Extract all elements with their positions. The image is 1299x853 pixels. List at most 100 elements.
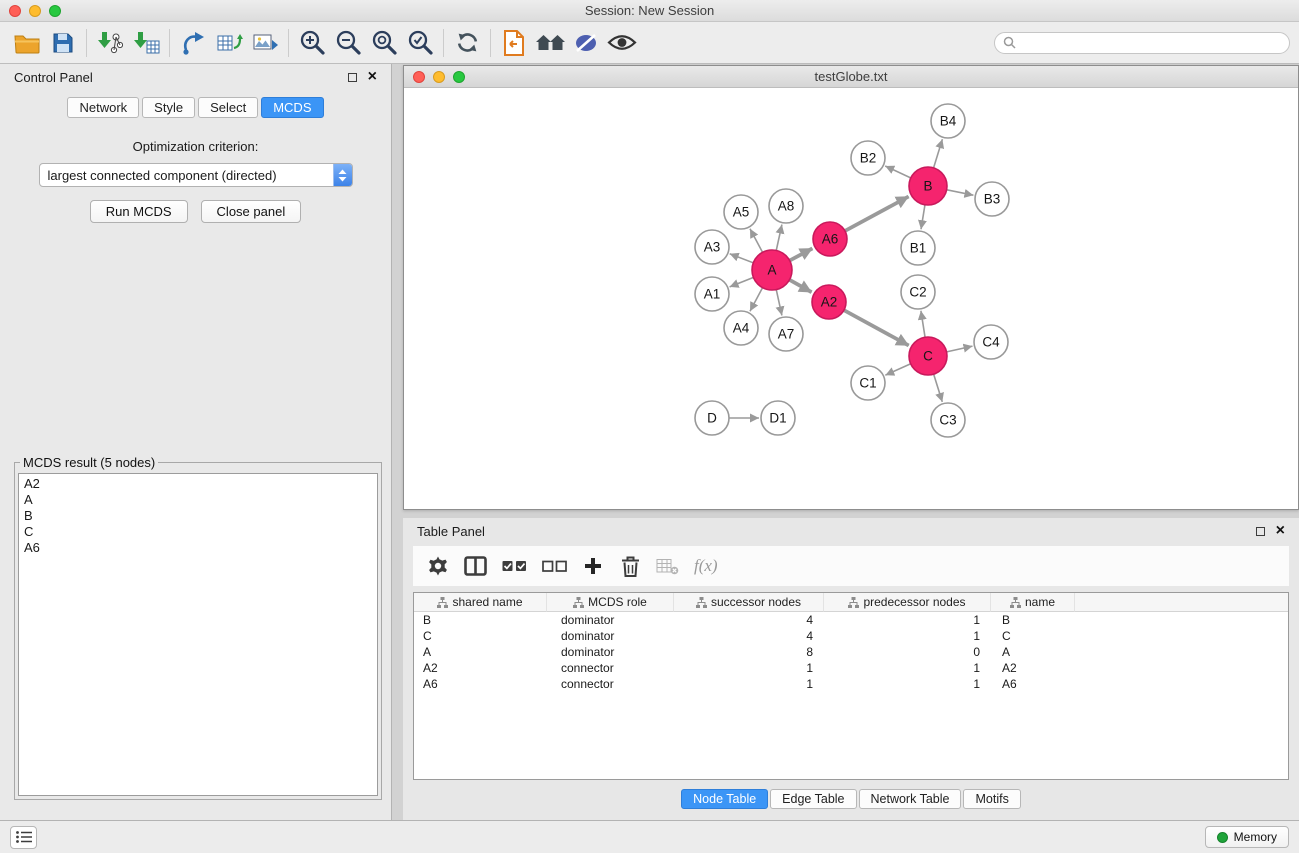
node-D[interactable]: D [695,401,729,435]
mcds-result-item[interactable]: B [19,508,377,524]
window-titlebar: Session: New Session [0,0,1299,22]
node-B[interactable]: B [909,167,947,205]
memory-status-icon [1217,832,1228,843]
select-all-icon[interactable] [502,554,527,578]
mcds-result-item[interactable]: C [19,524,377,540]
node-C3[interactable]: C3 [931,403,965,437]
cell-name: A2 [991,660,1075,676]
node-C2[interactable]: C2 [901,275,935,309]
column-header-predecessor-nodes[interactable]: predecessor nodes [824,593,991,612]
open-session-icon[interactable] [9,26,45,60]
node-A2[interactable]: A2 [812,285,846,319]
close-panel-button[interactable]: Close panel [201,200,302,223]
show-columns-icon[interactable] [464,554,487,578]
network-frame-titlebar[interactable]: testGlobe.txt [404,66,1298,88]
node-A3[interactable]: A3 [695,230,729,264]
column-header-name[interactable]: name [991,593,1075,612]
svg-text:C3: C3 [939,413,956,428]
tab-motifs[interactable]: Motifs [963,789,1020,809]
run-mcds-button[interactable]: Run MCDS [90,200,188,223]
mcds-result-item[interactable]: A6 [19,540,377,556]
cell-shared-name: A [414,644,547,660]
tab-mcds[interactable]: MCDS [261,97,323,118]
maximize-window-icon[interactable] [49,5,61,17]
zoom-fit-icon[interactable] [366,26,402,60]
memory-button[interactable]: Memory [1205,826,1289,848]
close-table-panel-icon[interactable]: × [1276,526,1285,536]
mcds-result-item[interactable]: A [19,492,377,508]
open-document-icon[interactable] [496,26,532,60]
node-A4[interactable]: A4 [724,311,758,345]
maximize-network-icon[interactable] [453,71,465,83]
table-row[interactable]: Bdominator41B [414,612,1288,628]
node-A1[interactable]: A1 [695,277,729,311]
node-D1[interactable]: D1 [761,401,795,435]
zoom-out-icon[interactable] [330,26,366,60]
tab-style[interactable]: Style [142,97,195,118]
zoom-selected-icon[interactable] [402,26,438,60]
node-table[interactable]: shared nameMCDS rolesuccessor nodesprede… [413,592,1289,780]
function-builder-icon[interactable]: f(x) [694,554,718,578]
refresh-icon[interactable] [449,26,485,60]
save-session-icon[interactable] [45,26,81,60]
import-table-icon[interactable] [128,26,164,60]
node-B1[interactable]: B1 [901,231,935,265]
minimize-network-icon[interactable] [433,71,445,83]
search-icon [1003,36,1016,49]
mcds-result-item[interactable]: A2 [19,476,377,492]
delete-row-icon[interactable] [619,554,641,578]
table-row[interactable]: Cdominator41C [414,628,1288,644]
zoom-in-icon[interactable] [294,26,330,60]
close-network-icon[interactable] [413,71,425,83]
show-graphics-details-icon[interactable] [604,26,640,60]
minimize-window-icon[interactable] [29,5,41,17]
tab-select[interactable]: Select [198,97,258,118]
network-from-table-icon[interactable] [211,26,247,60]
network-canvas[interactable]: B4 B2 B B3 A5 A8 A6 B1 A3 A C2 A1 A2 A4 A7 C4 C C1 C3 D D1 [404,88,1298,509]
column-header-successor-nodes[interactable]: successor nodes [674,593,824,612]
node-B2[interactable]: B2 [851,141,885,175]
node-A5[interactable]: A5 [724,195,758,229]
node-C1[interactable]: C1 [851,366,885,400]
search-box[interactable] [994,32,1290,54]
paint-mode-icon[interactable] [568,26,604,60]
import-network-icon[interactable] [92,26,128,60]
tab-node-table[interactable]: Node Table [681,789,768,809]
clone-network-icon[interactable] [175,26,211,60]
svg-text:B1: B1 [910,241,927,256]
cell-filler [1075,612,1288,628]
close-panel-icon[interactable]: × [368,72,377,82]
node-A[interactable]: A [752,250,792,290]
column-header-mcds-role[interactable]: MCDS role [547,593,674,612]
table-settings-icon[interactable] [427,554,449,578]
close-window-icon[interactable] [9,5,21,17]
clear-table-icon[interactable] [656,554,679,578]
mcds-result-list[interactable]: A2ABCA6 [18,473,378,796]
table-row[interactable]: Adominator80A [414,644,1288,660]
tab-network[interactable]: Network [67,97,139,118]
node-B3[interactable]: B3 [975,182,1009,216]
export-image-icon[interactable] [247,26,283,60]
add-row-icon[interactable] [582,554,604,578]
search-input[interactable] [1021,36,1281,50]
deselect-all-icon[interactable] [542,554,567,578]
window-controls [9,5,61,17]
float-table-panel-icon[interactable] [1256,527,1265,536]
node-B4[interactable]: B4 [931,104,965,138]
node-A6[interactable]: A6 [813,222,847,256]
table-row[interactable]: A2connector11A2 [414,660,1288,676]
node-C4[interactable]: C4 [974,325,1008,359]
cell-mcds-role: dominator [547,612,674,628]
table-row[interactable]: A6connector11A6 [414,676,1288,692]
tab-edge-table[interactable]: Edge Table [770,789,856,809]
node-C[interactable]: C [909,337,947,375]
svg-text:B4: B4 [940,114,957,129]
show-all-networks-icon[interactable] [532,26,568,60]
float-panel-icon[interactable] [348,73,357,82]
node-A7[interactable]: A7 [769,317,803,351]
criterion-dropdown[interactable]: largest connected component (directed) [39,163,353,187]
node-A8[interactable]: A8 [769,189,803,223]
column-header-shared-name[interactable]: shared name [414,593,547,612]
task-history-button[interactable] [10,826,37,849]
tab-network-table[interactable]: Network Table [859,789,962,809]
